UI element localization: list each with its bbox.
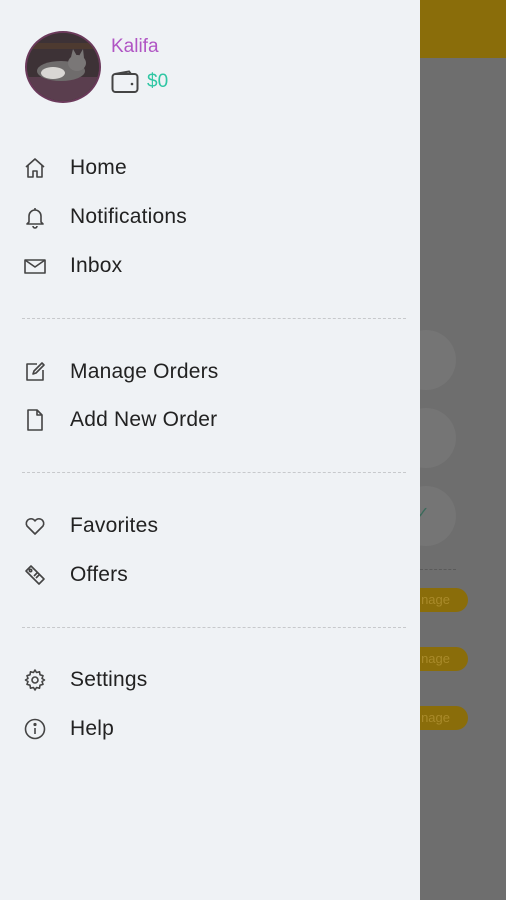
navigation-drawer: Kalifa $0 Home Notifications Inbox Manag… [0,0,420,900]
tag-icon [22,562,48,588]
menu-label-help: Help [70,717,114,740]
info-icon [22,716,48,742]
menu-item-inbox[interactable]: Inbox [0,246,420,286]
menu-item-manage-orders[interactable]: Manage Orders [0,352,420,392]
document-icon [22,407,48,433]
menu-label-home: Home [70,156,127,179]
menu-divider-3 [22,627,406,628]
menu-item-favorites[interactable]: Favorites [0,506,420,546]
menu-label-manage-orders: Manage Orders [70,360,219,383]
home-icon [22,155,48,181]
gear-icon [22,667,48,693]
menu-item-offers[interactable]: Offers [0,555,420,595]
avatar[interactable] [25,31,101,103]
menu-divider-1 [22,318,406,319]
menu-item-home[interactable]: Home [0,148,420,188]
wallet-icon [111,70,139,94]
menu-label-add-new-order: Add New Order [70,408,218,431]
menu-item-help[interactable]: Help [0,709,420,749]
menu-item-notifications[interactable]: Notifications [0,197,420,237]
menu-item-add-new-order[interactable]: Add New Order [0,400,420,440]
menu-label-settings: Settings [70,668,148,691]
menu-label-offers: Offers [70,563,128,586]
menu-label-inbox: Inbox [70,254,123,277]
user-name[interactable]: Kalifa [111,36,159,58]
edit-icon [22,359,48,385]
menu-item-settings[interactable]: Settings [0,660,420,700]
wallet-balance: $0 [147,71,169,92]
menu-divider-2 [22,472,406,473]
bell-icon [22,204,48,230]
heart-icon [22,513,48,539]
mail-icon [22,253,48,279]
menu-label-favorites: Favorites [70,514,159,537]
background-divider [420,569,456,570]
menu-label-notifications: Notifications [70,205,187,228]
